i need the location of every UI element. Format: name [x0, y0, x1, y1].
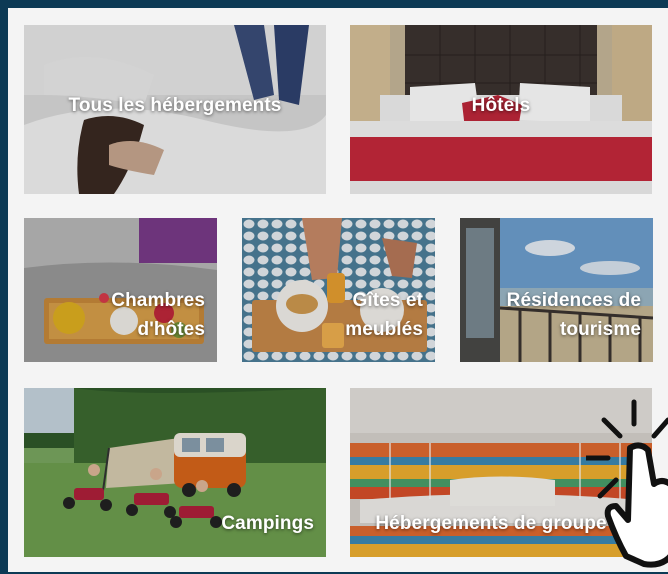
tile-label: Chambres d'hôtes [111, 286, 205, 344]
pointer-hand-icon [586, 399, 668, 568]
tile-label-line: Résidences de [506, 290, 641, 311]
tile-label: Résidences de tourisme [507, 286, 641, 344]
tile-label: Gîtes et meublés [345, 286, 423, 344]
tile-residences-de-tourisme[interactable]: Résidences de tourisme [460, 218, 653, 362]
tile-gites-et-meubles[interactable]: Gîtes et meublés [242, 218, 435, 362]
tile-label: Campings [221, 513, 314, 534]
tile-chambres-d-hotes[interactable]: Chambres d'hôtes [24, 218, 217, 362]
tile-label-line: d'hôtes [137, 319, 205, 340]
tile-campings[interactable]: Campings [24, 388, 326, 557]
tile-label: Tous les hébergements [68, 95, 282, 116]
tile-label-line: tourisme [559, 319, 641, 340]
tile-hotels[interactable]: Hôtels [350, 25, 652, 194]
tile-label: Hôtels [471, 95, 531, 116]
tile-label-line: meublés [345, 319, 423, 340]
tile-label-line: Gîtes et [352, 290, 423, 311]
accommodation-grid: Tous les hébergements Hôtels Chambres d'… [8, 8, 668, 572]
tile-tous-les-hebergements[interactable]: Tous les hébergements [24, 25, 326, 194]
tile-label-line: Chambres [111, 290, 205, 311]
